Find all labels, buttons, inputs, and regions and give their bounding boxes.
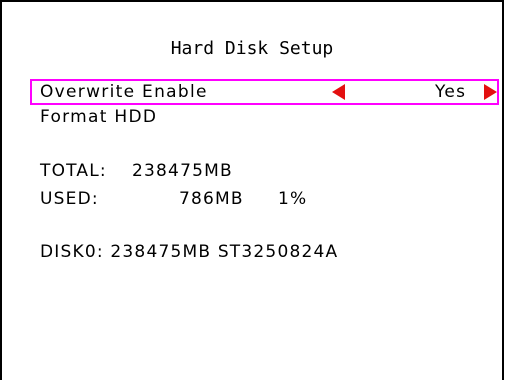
format-hdd-option[interactable]: Format HDD xyxy=(40,106,157,128)
used-value: 786MB xyxy=(179,189,244,209)
page-title: Hard Disk Setup xyxy=(170,38,334,59)
total-label: TOTAL: xyxy=(40,161,107,181)
overwrite-enable-value: Yes xyxy=(435,82,467,102)
overwrite-enable-row[interactable]: Overwrite Enable Yes xyxy=(30,79,499,105)
disk-info: DISK0: 238475MB ST3250824A xyxy=(40,242,339,262)
overwrite-enable-label: Overwrite Enable xyxy=(40,82,208,102)
right-arrow-icon[interactable] xyxy=(484,84,497,100)
used-percent: 1% xyxy=(278,189,308,209)
used-label: USED: xyxy=(40,189,99,209)
hard-disk-setup-screen: Hard Disk Setup Overwrite Enable Yes For… xyxy=(0,0,504,380)
total-value: 238475MB xyxy=(132,161,233,181)
left-arrow-icon[interactable] xyxy=(332,84,345,100)
